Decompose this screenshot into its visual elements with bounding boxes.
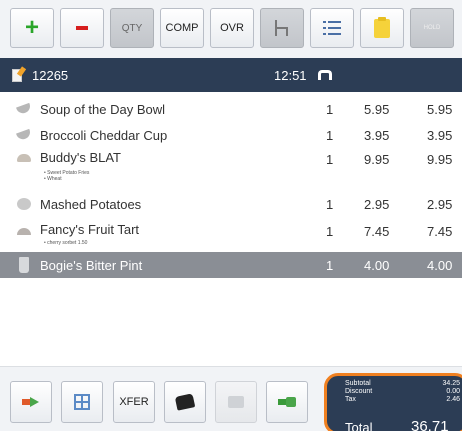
order-number: 12265: [32, 67, 69, 83]
xfer-button[interactable]: XFER: [113, 381, 155, 423]
cash-payment-icon: [278, 397, 296, 407]
bottom-toolbar: XFER Subtotal Discount Tax 34.25 0.00 2.…: [0, 366, 462, 431]
tax-label: Tax: [345, 396, 356, 403]
sandwich-icon: [17, 154, 31, 162]
item-qty: 1: [326, 257, 334, 273]
item-price: 4.00: [364, 257, 390, 273]
modifier: • Wheat: [44, 176, 62, 182]
tax-value: 2.46: [446, 396, 460, 403]
item-qty: 1: [326, 196, 334, 212]
pint-icon: [19, 257, 29, 273]
transfer-button[interactable]: [10, 381, 52, 423]
list-item[interactable]: Buddy's BLAT • Sweet Potato Fries • Whea…: [0, 148, 462, 188]
hold-button[interactable]: HOLD: [410, 8, 454, 48]
list-item[interactable]: Soup of the Day Bowl 1 5.95 5.95: [0, 96, 462, 122]
item-qty: 1: [326, 224, 334, 239]
item-price: 2.95: [364, 196, 390, 212]
item-qty: 1: [326, 127, 334, 143]
transfer-arrow-icon: [22, 397, 40, 407]
qty-button[interactable]: QTY: [110, 8, 154, 48]
item-name: Mashed Potatoes: [40, 196, 142, 212]
minus-icon: [76, 26, 88, 30]
subtotal-label: Subtotal: [345, 380, 371, 387]
table-icon[interactable]: [318, 70, 332, 80]
bowl-icon: [16, 128, 32, 142]
receipt-button[interactable]: [215, 381, 257, 423]
order-item-list: Soup of the Day Bowl 1 5.95 5.95 Broccol…: [0, 96, 462, 278]
item-name: Broccoli Cheddar Cup: [40, 127, 168, 143]
split-check-icon: [74, 394, 90, 410]
item-qty: 1: [326, 152, 334, 167]
modifier: • cherry sorbet 1.50: [44, 240, 88, 246]
note-button[interactable]: [360, 8, 404, 48]
item-name: Soup of the Day Bowl: [40, 101, 166, 117]
item-total: 4.00: [427, 257, 453, 273]
list-item[interactable]: Broccoli Cheddar Cup 1 3.95 3.95: [0, 122, 462, 148]
printer-icon: [174, 393, 196, 411]
item-total: 2.95: [427, 196, 453, 212]
top-toolbar: + QTY COMP OVR HOLD: [0, 0, 462, 58]
list-icon: [323, 21, 341, 35]
add-item-button[interactable]: +: [10, 8, 54, 48]
plus-icon: +: [24, 14, 39, 41]
ticket-icon: [12, 68, 22, 82]
pay-button[interactable]: [266, 381, 308, 423]
item-list-button[interactable]: [310, 8, 354, 48]
list-item[interactable]: Mashed Potatoes 1 2.95 2.95: [0, 188, 462, 220]
item-name: Fancy's Fruit Tart: [40, 222, 140, 237]
bowl-icon: [16, 102, 32, 116]
totals-panel[interactable]: Subtotal Discount Tax 34.25 0.00 2.46 To…: [324, 373, 462, 431]
print-button[interactable]: [164, 381, 206, 423]
item-modifiers: • cherry sorbet 1.50: [44, 240, 87, 246]
tart-icon: [17, 228, 31, 235]
seat-chair-icon: [275, 20, 288, 36]
order-time: 12:51: [274, 67, 307, 83]
item-price: 5.95: [364, 101, 390, 117]
override-button[interactable]: OVR: [210, 8, 254, 48]
list-item-selected[interactable]: Bogie's Bitter Pint 1 4.00 4.00: [0, 252, 462, 278]
total-value: 36.71: [411, 418, 449, 431]
order-header: 12265 12:51: [0, 58, 462, 92]
receipt-icon: [228, 396, 244, 408]
comp-button[interactable]: COMP: [160, 8, 204, 48]
total-label: Total: [345, 420, 373, 431]
item-price: 9.95: [364, 152, 390, 167]
item-price: 7.45: [364, 224, 390, 239]
item-total: 5.95: [427, 101, 453, 117]
item-modifiers: • Sweet Potato Fries • Wheat: [44, 170, 89, 182]
seat-button[interactable]: [260, 8, 304, 48]
split-check-button[interactable]: [61, 381, 103, 423]
item-total: 3.95: [427, 127, 453, 143]
list-item[interactable]: Fancy's Fruit Tart • cherry sorbet 1.50 …: [0, 220, 462, 252]
note-icon: [374, 17, 390, 38]
item-total: 9.95: [427, 152, 453, 167]
discount-value: 0.00: [446, 388, 460, 395]
item-total: 7.45: [427, 224, 453, 239]
item-qty: 1: [326, 101, 334, 117]
item-price: 3.95: [364, 127, 390, 143]
potato-icon: [17, 198, 31, 210]
subtotal-value: 34.25: [442, 380, 460, 387]
discount-label: Discount: [345, 388, 373, 395]
item-name: Buddy's BLAT: [40, 150, 122, 165]
remove-item-button[interactable]: [60, 8, 104, 48]
item-name: Bogie's Bitter Pint: [40, 257, 143, 273]
